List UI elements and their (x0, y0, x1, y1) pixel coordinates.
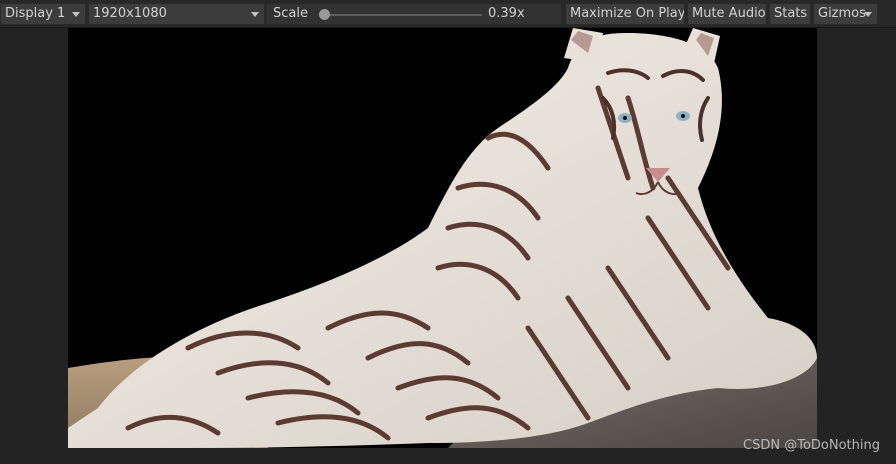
mute-audio-button[interactable]: Mute Audio (687, 3, 767, 25)
scale-label: Scale (273, 6, 308, 21)
game-viewport[interactable] (68, 28, 817, 448)
scale-value: 0.39x (488, 6, 525, 21)
gizmos-dropdown[interactable]: Gizmos (813, 3, 878, 25)
display-dropdown[interactable]: Display 1 (0, 3, 86, 25)
white-tiger-image (68, 28, 817, 448)
scale-control: Scale 0.39x (266, 3, 562, 25)
stats-label: Stats (774, 6, 808, 21)
scale-slider-track[interactable] (322, 14, 482, 16)
game-view-toolbar: Display 1 1920x1080 Scale 0.39x Maximize… (0, 0, 896, 28)
chevron-down-icon (251, 12, 259, 17)
game-view-window: Display 1 1920x1080 Scale 0.39x Maximize… (0, 0, 896, 464)
chevron-down-icon (72, 12, 80, 17)
maximize-on-play-button[interactable]: Maximize On Play (565, 3, 685, 25)
display-dropdown-label: Display 1 (5, 6, 66, 21)
resolution-dropdown-label: 1920x1080 (93, 6, 167, 21)
resolution-dropdown[interactable]: 1920x1080 (88, 3, 265, 25)
gizmos-label: Gizmos (818, 6, 866, 21)
watermark-text: CSDN @ToDoNothing (743, 438, 880, 453)
maximize-on-play-label: Maximize On Play (570, 6, 685, 21)
scale-slider-handle[interactable] (318, 9, 330, 20)
stats-button[interactable]: Stats (769, 3, 811, 25)
chevron-down-icon (864, 12, 872, 17)
mute-audio-label: Mute Audio (692, 6, 766, 21)
